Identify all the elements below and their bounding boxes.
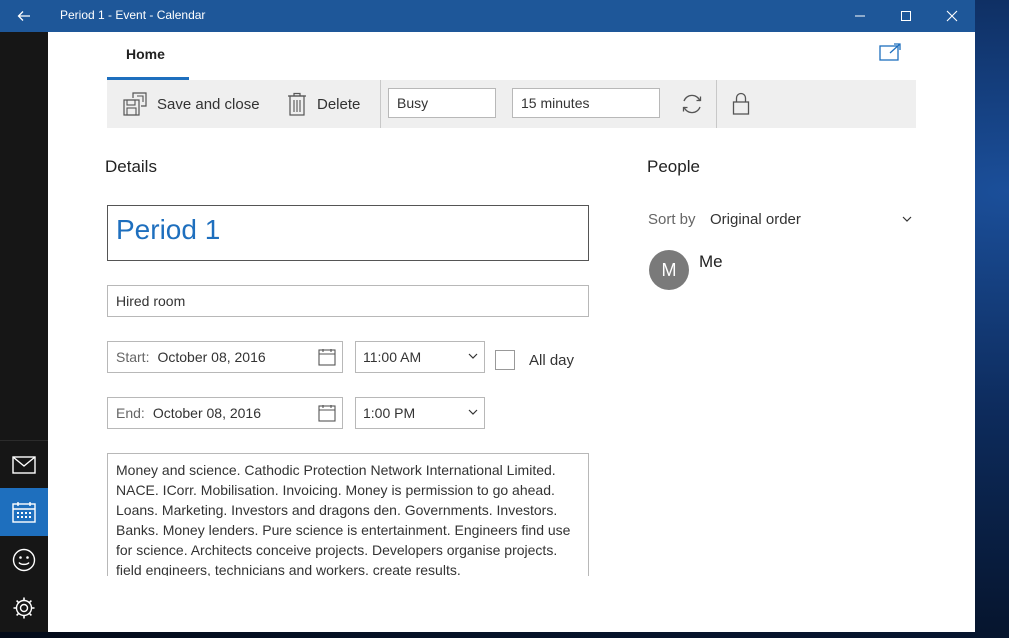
chevron-down-icon xyxy=(468,409,478,415)
end-time-dropdown[interactable]: 1:00 PM xyxy=(355,397,485,429)
end-date-picker[interactable]: End: October 08, 2016 xyxy=(107,397,343,429)
start-time-dropdown[interactable]: 11:00 AM xyxy=(355,341,485,373)
back-button[interactable] xyxy=(0,0,48,32)
delete-label: Delete xyxy=(317,95,361,113)
tab-home-label: Home xyxy=(126,46,165,62)
toolbar-divider xyxy=(380,80,381,128)
avatar: M xyxy=(649,250,689,290)
notes-line: Loans. Marketing. Investors and dragons … xyxy=(116,502,558,518)
event-notes-textarea[interactable]: Money and science. Cathodic Protection N… xyxy=(107,453,589,576)
notes-line: Banks. Money lenders. Pure science is en… xyxy=(116,522,571,538)
repeat-button[interactable] xyxy=(677,92,707,116)
start-time-value: 11:00 AM xyxy=(363,349,422,365)
lock-icon xyxy=(732,92,750,115)
end-date-value: October 08, 2016 xyxy=(152,405,261,421)
chevron-down-icon[interactable] xyxy=(902,214,912,224)
calendar-picker-icon xyxy=(318,405,336,422)
details-heading: Details xyxy=(105,157,157,176)
command-toolbar: Save and close Delete Busy 15 minutes xyxy=(107,80,916,128)
notes-line: field engineers, technicians and workers… xyxy=(116,562,461,576)
gear-icon xyxy=(13,597,35,619)
all-day-label: All day xyxy=(529,352,575,369)
calendar-nav-button[interactable] xyxy=(0,488,48,536)
repeat-icon xyxy=(682,94,702,114)
end-time-value: 1:00 PM xyxy=(363,405,416,421)
start-date-picker[interactable]: Start: October 08, 2016 xyxy=(107,341,343,373)
close-icon xyxy=(946,10,958,22)
private-lock-button[interactable] xyxy=(728,91,754,117)
maximize-button[interactable] xyxy=(883,0,929,32)
people-heading: People xyxy=(647,157,700,176)
mail-icon xyxy=(12,456,36,474)
delete-button[interactable]: Delete xyxy=(287,80,360,128)
feedback-nav-button[interactable] xyxy=(0,536,48,584)
save-and-close-label: Save and close xyxy=(157,95,260,113)
maximize-icon xyxy=(901,11,911,21)
popout-button[interactable] xyxy=(878,42,904,64)
mail-nav-button[interactable] xyxy=(0,440,48,489)
title-bar: Period 1 - Event - Calendar xyxy=(0,0,975,32)
settings-nav-button[interactable] xyxy=(0,584,48,632)
show-as-dropdown[interactable]: Busy xyxy=(388,88,496,118)
notes-line: for science. Architects conceive project… xyxy=(116,542,558,558)
popout-icon xyxy=(879,43,901,61)
app-navigation-rail xyxy=(0,32,48,632)
close-button[interactable] xyxy=(929,0,975,32)
tab-home[interactable]: Home xyxy=(107,36,189,80)
start-label: Start: xyxy=(116,349,150,365)
all-day-checkbox[interactable] xyxy=(495,350,515,370)
minimize-icon xyxy=(855,15,865,17)
calendar-window: Period 1 - Event - Calendar Home Save an… xyxy=(0,0,975,632)
location-input[interactable]: Hired room xyxy=(107,285,589,317)
chevron-down-icon xyxy=(468,353,478,359)
sort-by-label: Sort by xyxy=(648,211,696,228)
calendar-picker-icon xyxy=(318,349,336,366)
attendee-name[interactable]: Me xyxy=(699,252,723,272)
trash-icon xyxy=(288,92,306,116)
window-title: Period 1 - Event - Calendar xyxy=(60,8,206,22)
smiley-icon xyxy=(12,548,36,572)
minimize-button[interactable] xyxy=(837,0,883,32)
back-arrow-icon xyxy=(17,11,30,21)
event-title-input[interactable]: Period 1 xyxy=(107,205,589,261)
calendar-icon xyxy=(12,502,36,523)
notes-line: NACE. ICorr. Mobilisation. Invoicing. Mo… xyxy=(116,482,555,498)
notes-line: Money and science. Cathodic Protection N… xyxy=(116,462,556,478)
toolbar-divider xyxy=(716,80,717,128)
reminder-dropdown[interactable]: 15 minutes xyxy=(512,88,660,118)
end-label: End: xyxy=(116,405,145,421)
save-icon xyxy=(123,92,147,116)
start-date-value: October 08, 2016 xyxy=(157,349,266,365)
sort-order-dropdown[interactable]: Original order xyxy=(710,211,801,228)
save-and-close-button[interactable]: Save and close xyxy=(123,80,260,128)
